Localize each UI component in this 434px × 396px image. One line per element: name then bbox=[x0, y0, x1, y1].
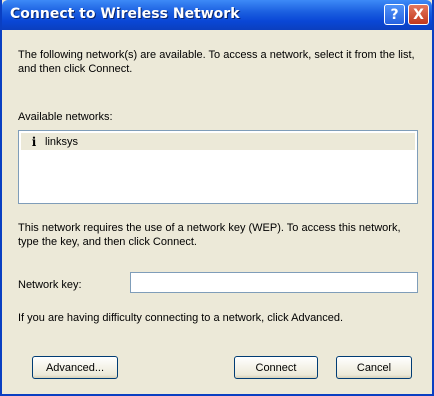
connect-button[interactable]: Connect bbox=[234, 356, 318, 379]
advanced-hint-text: If you are having difficulty connecting … bbox=[18, 312, 344, 324]
title-bar[interactable]: Connect to Wireless Network ? X bbox=[2, 0, 432, 30]
wireless-antenna-icon: i bbox=[31, 134, 37, 149]
connect-wireless-dialog: Connect to Wireless Network ? X The foll… bbox=[0, 0, 434, 396]
advanced-button[interactable]: Advanced... bbox=[32, 356, 118, 379]
network-list[interactable]: i linksys bbox=[18, 130, 418, 204]
window-title: Connect to Wireless Network bbox=[10, 6, 240, 22]
network-list-item[interactable]: i linksys bbox=[21, 133, 415, 150]
close-button[interactable]: X bbox=[408, 4, 429, 25]
cancel-button[interactable]: Cancel bbox=[336, 356, 412, 379]
network-key-label: Network key: bbox=[18, 279, 82, 291]
available-networks-label: Available networks: bbox=[18, 111, 113, 123]
close-icon: X bbox=[413, 6, 424, 23]
help-icon: ? bbox=[390, 6, 399, 23]
help-button[interactable]: ? bbox=[384, 4, 405, 25]
network-key-input[interactable] bbox=[130, 272, 418, 293]
intro-text: The following network(s) are available. … bbox=[18, 49, 415, 75]
wep-requirement-text: This network requires the use of a netwo… bbox=[18, 222, 401, 248]
network-name: linksys bbox=[45, 135, 79, 148]
